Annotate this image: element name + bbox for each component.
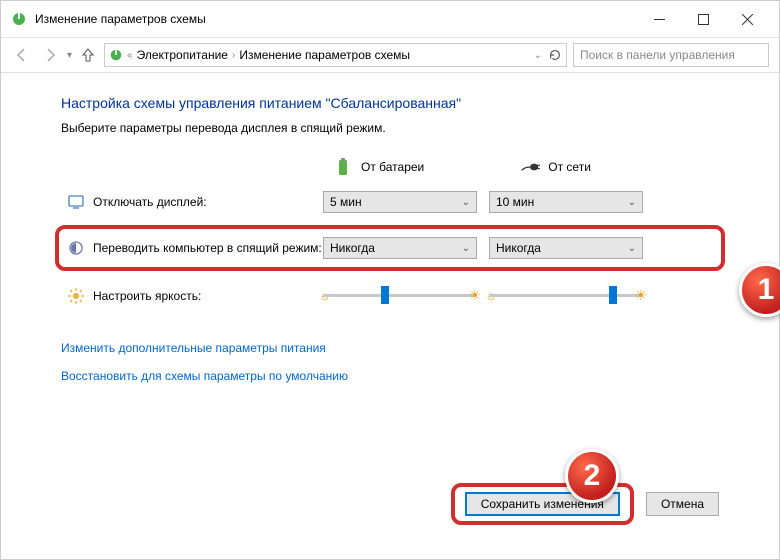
- row-brightness: Настроить яркость: ☼ ☀ ☼ ☀: [61, 281, 719, 311]
- sun-large-icon: ☀: [468, 287, 481, 304]
- chevron-down-icon: ⌄: [628, 197, 636, 208]
- brightness-ac-slider[interactable]: ☼ ☀: [489, 285, 643, 307]
- breadcrumb-seg2[interactable]: Изменение параметров схемы: [239, 48, 410, 62]
- sleep-ac-dropdown[interactable]: Никогда⌄: [489, 237, 643, 259]
- row-brightness-label: Настроить яркость:: [93, 289, 323, 303]
- chevron-down-icon: ⌄: [462, 243, 470, 254]
- chevron-down-icon: ⌄: [628, 243, 636, 254]
- link-restore[interactable]: Восстановить для схемы параметры по умол…: [61, 369, 719, 383]
- minimize-button[interactable]: [637, 4, 681, 34]
- history-dropdown[interactable]: ▾: [67, 50, 72, 61]
- plug-icon: [520, 157, 540, 177]
- col-battery-label: От батареи: [361, 160, 424, 174]
- chevron-right-icon: ›: [232, 50, 235, 61]
- page-heading: Настройка схемы управления питанием "Сба…: [61, 95, 719, 111]
- forward-button[interactable]: [39, 44, 61, 66]
- row-sleep: Переводить компьютер в спящий режим: Ник…: [61, 233, 719, 263]
- display-icon: [67, 193, 85, 211]
- breadcrumb-seg1[interactable]: Электропитание: [137, 48, 228, 62]
- row-sleep-label: Переводить компьютер в спящий режим:: [93, 241, 323, 255]
- row-display-label: Отключать дисплей:: [93, 195, 323, 209]
- page-subheading: Выберите параметры перевода дисплея в сп…: [61, 121, 719, 135]
- col-battery: От батареи: [333, 157, 424, 177]
- address-bar[interactable]: « Электропитание › Изменение параметров …: [104, 43, 567, 67]
- annotation-badge-1: 1: [739, 263, 780, 317]
- sleep-battery-dropdown[interactable]: Никогда⌄: [323, 237, 477, 259]
- link-advanced[interactable]: Изменить дополнительные параметры питани…: [61, 341, 719, 355]
- titlebar: Изменение параметров схемы: [1, 1, 779, 37]
- up-button[interactable]: [78, 45, 98, 65]
- search-input[interactable]: Поиск в панели управления: [573, 43, 769, 67]
- highlight-1: Переводить компьютер в спящий режим: Ник…: [55, 225, 725, 271]
- breadcrumb-prev[interactable]: «: [127, 50, 133, 61]
- cancel-button[interactable]: Отмена: [646, 492, 719, 516]
- column-headers: От батареи От сети: [333, 157, 719, 177]
- window-title: Изменение параметров схемы: [35, 12, 637, 26]
- refresh-button[interactable]: [548, 48, 562, 62]
- battery-icon: [333, 157, 353, 177]
- maximize-button[interactable]: [681, 4, 725, 34]
- sleep-icon: [67, 239, 85, 257]
- display-battery-dropdown[interactable]: 5 мин⌄: [323, 191, 477, 213]
- brightness-battery-slider[interactable]: ☼ ☀: [323, 285, 477, 307]
- display-ac-dropdown[interactable]: 10 мин⌄: [489, 191, 643, 213]
- annotation-badge-2: 2: [565, 449, 619, 503]
- close-button[interactable]: [725, 4, 769, 34]
- breadcrumb-icon: [109, 48, 123, 62]
- app-icon: [11, 11, 27, 27]
- search-placeholder: Поиск в панели управления: [580, 48, 735, 62]
- sun-large-icon: ☀: [634, 287, 647, 304]
- navbar: ▾ « Электропитание › Изменение параметро…: [1, 37, 779, 73]
- chevron-down-icon[interactable]: ⌄: [534, 50, 542, 61]
- brightness-icon: [67, 287, 85, 305]
- content: Настройка схемы управления питанием "Сба…: [1, 73, 779, 559]
- row-display: Отключать дисплей: 5 мин⌄ 10 мин⌄: [61, 187, 719, 217]
- col-ac: От сети: [520, 157, 591, 177]
- chevron-down-icon: ⌄: [462, 197, 470, 208]
- links: Изменить дополнительные параметры питани…: [61, 341, 719, 383]
- back-button[interactable]: [11, 44, 33, 66]
- window: Изменение параметров схемы ▾ « Электропи…: [0, 0, 780, 560]
- col-ac-label: От сети: [548, 160, 591, 174]
